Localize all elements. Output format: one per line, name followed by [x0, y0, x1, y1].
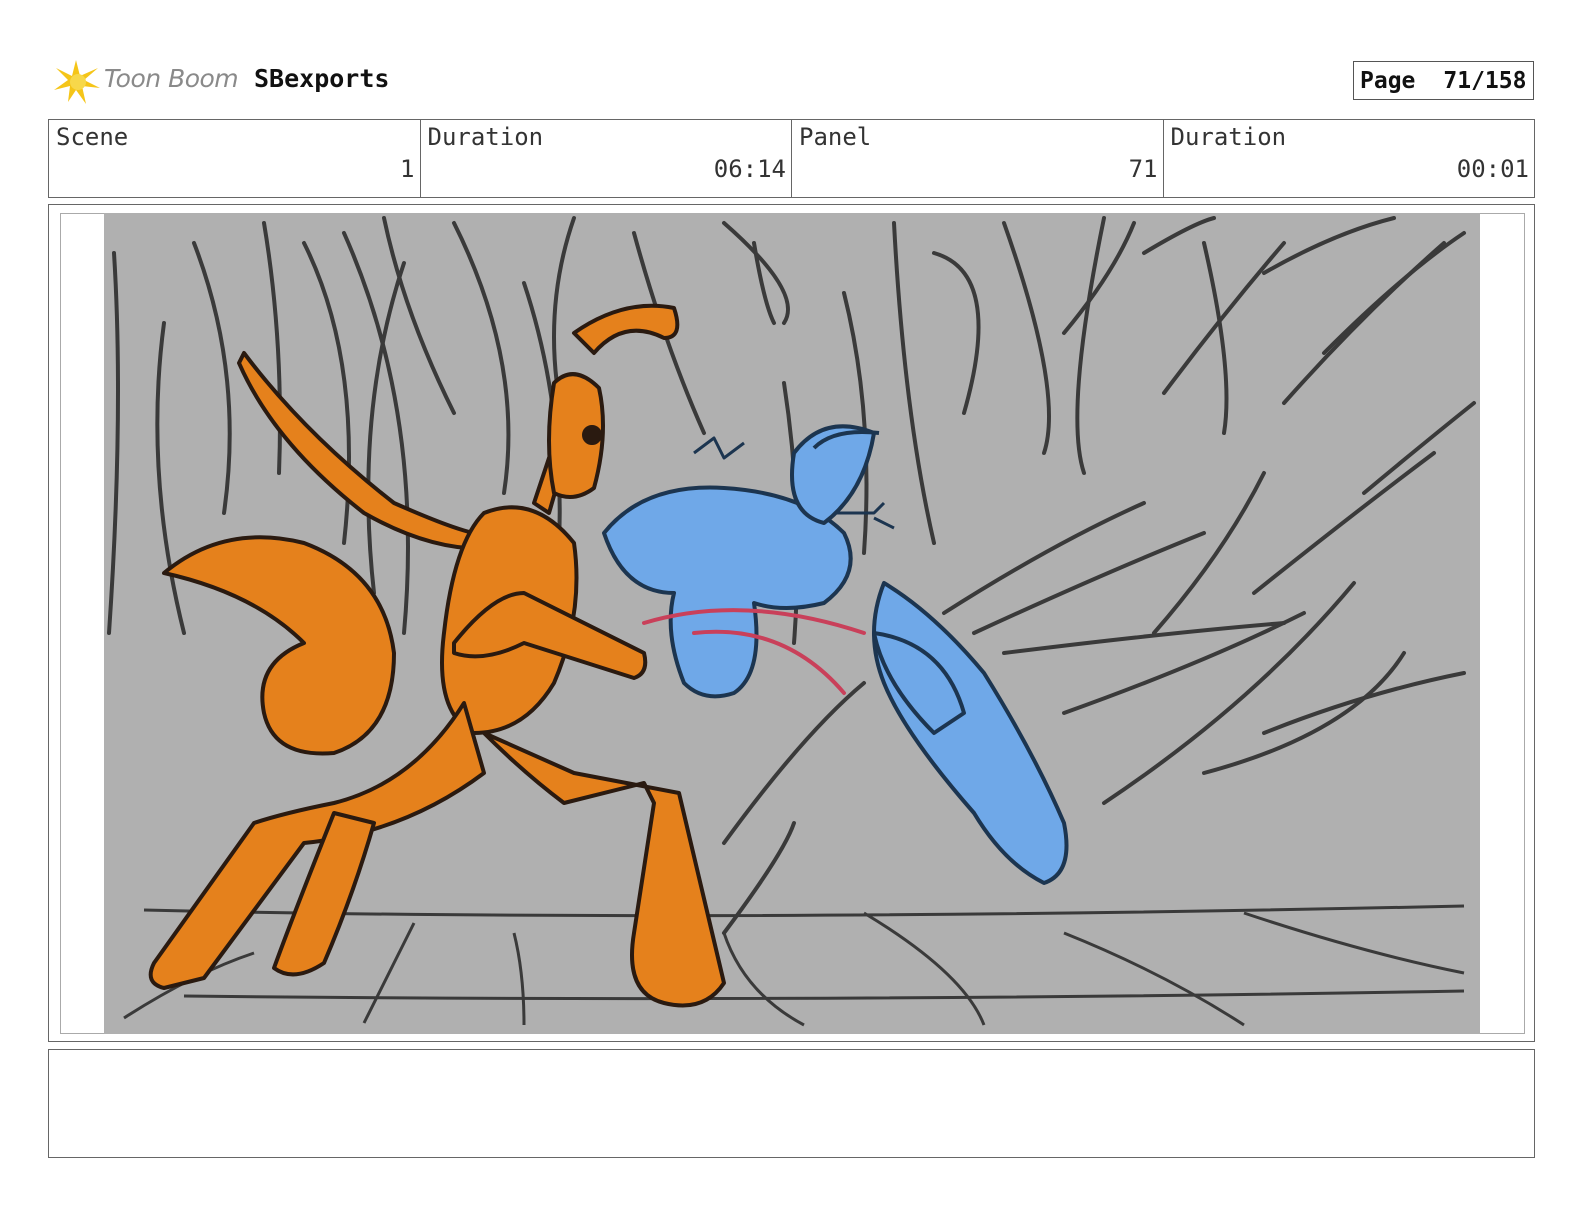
scene-duration-cell: Duration 06:14 — [421, 120, 792, 197]
page-number: 71/158 — [1443, 67, 1527, 94]
scene-value: 1 — [400, 155, 415, 183]
panel-cell: Panel 71 — [792, 120, 1164, 197]
logo-text: Toon Boom — [104, 64, 239, 93]
scene-cell: Scene 1 — [49, 120, 421, 197]
panel-duration-value: 00:01 — [1456, 155, 1529, 183]
scene-label: Scene — [56, 123, 129, 151]
scene-duration-label: Duration — [427, 123, 544, 151]
scene-duration-value: 06:14 — [713, 155, 786, 183]
page-label: Page — [1360, 67, 1416, 94]
panel-notes-box — [48, 1049, 1535, 1158]
panel-duration-cell: Duration 00:01 — [1164, 120, 1535, 197]
panel-info-table: Scene 1 Duration 06:14 Panel 71 Duration… — [48, 119, 1535, 198]
page-indicator: Page 71/158 — [1353, 61, 1534, 100]
panel-duration-label: Duration — [1170, 123, 1287, 151]
project-name: SBexports — [254, 64, 390, 93]
storyboard-panel-image — [104, 213, 1480, 1034]
panel-value: 71 — [1128, 155, 1158, 183]
panel-label: Panel — [799, 123, 872, 151]
